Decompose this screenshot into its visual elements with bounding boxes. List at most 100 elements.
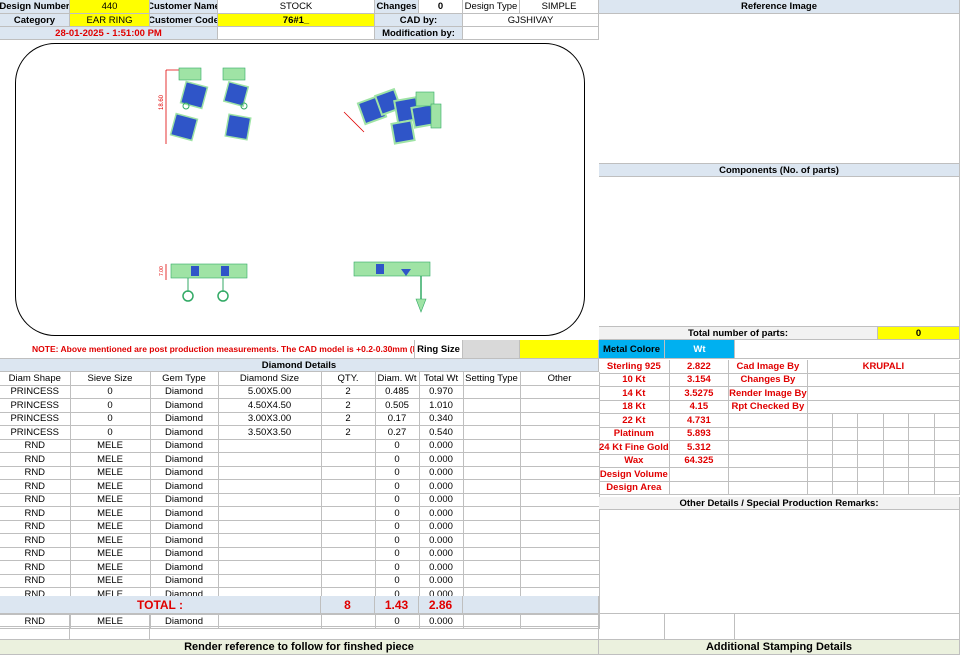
table-cell[interactable]: [463, 439, 521, 453]
customer-name-value[interactable]: STOCK: [218, 0, 375, 14]
table-cell[interactable]: Diamond: [150, 493, 219, 507]
table-cell[interactable]: [218, 506, 322, 521]
customer-code-value[interactable]: 76#1_: [218, 14, 375, 27]
table-cell[interactable]: 3.50X3.50: [218, 425, 322, 440]
table-cell[interactable]: RND: [0, 560, 71, 575]
table-cell[interactable]: 0.000: [419, 439, 464, 453]
table-cell[interactable]: [463, 574, 521, 588]
table-cell[interactable]: 0.27: [375, 425, 420, 440]
table-cell[interactable]: Diamond: [150, 479, 219, 494]
table-cell[interactable]: 0: [375, 452, 420, 467]
table-cell[interactable]: [463, 547, 521, 561]
table-cell[interactable]: Diamond: [150, 425, 219, 440]
table-cell[interactable]: MELE: [70, 452, 151, 467]
table-cell[interactable]: [520, 506, 600, 521]
metal-weight[interactable]: 5.893: [669, 427, 730, 441]
table-cell[interactable]: MELE: [70, 574, 151, 588]
table-cell[interactable]: 2: [321, 398, 376, 413]
table-cell[interactable]: [218, 479, 322, 494]
table-cell[interactable]: [218, 439, 322, 453]
table-cell[interactable]: Diamond: [150, 439, 219, 453]
table-cell[interactable]: Diamond: [150, 547, 219, 561]
table-cell[interactable]: PRINCESS: [0, 385, 71, 399]
people-value[interactable]: [807, 386, 960, 401]
table-cell[interactable]: [520, 452, 600, 467]
table-cell[interactable]: Diamond: [150, 466, 219, 480]
table-cell[interactable]: Diamond: [150, 398, 219, 413]
table-cell[interactable]: [218, 466, 322, 480]
people-value[interactable]: [807, 373, 960, 387]
table-cell[interactable]: Diamond: [150, 412, 219, 426]
table-cell[interactable]: [520, 439, 600, 453]
table-cell[interactable]: 0: [375, 466, 420, 480]
table-cell[interactable]: RND: [0, 452, 71, 467]
table-cell[interactable]: 0.000: [419, 533, 464, 548]
table-cell[interactable]: Diamond: [150, 560, 219, 575]
design-type-value[interactable]: SIMPLE: [520, 0, 599, 14]
table-cell[interactable]: RND: [0, 533, 71, 548]
table-cell[interactable]: RND: [0, 479, 71, 494]
table-cell[interactable]: MELE: [70, 533, 151, 548]
table-cell[interactable]: [463, 479, 521, 494]
table-cell[interactable]: 0.505: [375, 398, 420, 413]
table-cell[interactable]: 0.000: [419, 466, 464, 480]
table-cell[interactable]: 0.485: [375, 385, 420, 399]
table-cell[interactable]: [321, 479, 376, 494]
table-cell[interactable]: Diamond: [150, 574, 219, 588]
modification-by-value[interactable]: [463, 27, 599, 40]
table-cell[interactable]: [463, 560, 521, 575]
ring-size-value[interactable]: [463, 340, 520, 359]
metal-weight[interactable]: 5.312: [669, 440, 730, 455]
metal-weight[interactable]: [669, 481, 730, 495]
table-cell[interactable]: 0: [375, 520, 420, 534]
table-cell[interactable]: 0.000: [419, 493, 464, 507]
table-cell[interactable]: [321, 574, 376, 588]
table-cell[interactable]: 0.000: [419, 574, 464, 588]
table-cell[interactable]: 0: [375, 574, 420, 588]
table-cell[interactable]: [463, 385, 521, 399]
table-cell[interactable]: [463, 452, 521, 467]
table-cell[interactable]: 0: [70, 425, 151, 440]
table-cell[interactable]: 2: [321, 425, 376, 440]
table-cell[interactable]: [463, 533, 521, 548]
table-cell[interactable]: 1.010: [419, 398, 464, 413]
table-cell[interactable]: MELE: [70, 479, 151, 494]
table-cell[interactable]: 0.000: [419, 479, 464, 494]
table-cell[interactable]: [321, 493, 376, 507]
metal-weight[interactable]: 3.154: [669, 373, 730, 387]
table-cell[interactable]: [520, 479, 600, 494]
table-cell[interactable]: [463, 493, 521, 507]
table-cell[interactable]: MELE: [70, 520, 151, 534]
table-cell[interactable]: [218, 493, 322, 507]
table-cell[interactable]: [218, 560, 322, 575]
table-cell[interactable]: [463, 425, 521, 440]
table-cell[interactable]: 0: [375, 479, 420, 494]
table-cell[interactable]: 0.340: [419, 412, 464, 426]
table-cell[interactable]: 2: [321, 385, 376, 399]
table-cell[interactable]: [463, 398, 521, 413]
table-cell[interactable]: RND: [0, 574, 71, 588]
table-cell[interactable]: RND: [0, 466, 71, 480]
table-cell[interactable]: 0.000: [419, 560, 464, 575]
table-cell[interactable]: 0: [70, 385, 151, 399]
table-cell[interactable]: MELE: [70, 547, 151, 561]
table-cell[interactable]: MELE: [70, 493, 151, 507]
table-cell[interactable]: [321, 466, 376, 480]
table-cell[interactable]: [520, 560, 600, 575]
table-cell[interactable]: [520, 547, 600, 561]
table-cell[interactable]: 2: [321, 412, 376, 426]
table-cell[interactable]: 0.000: [419, 452, 464, 467]
table-cell[interactable]: [520, 493, 600, 507]
table-cell[interactable]: [218, 533, 322, 548]
table-cell[interactable]: [520, 412, 600, 426]
table-cell[interactable]: 0: [375, 439, 420, 453]
table-cell[interactable]: 0: [375, 493, 420, 507]
table-cell[interactable]: Diamond: [150, 533, 219, 548]
table-cell[interactable]: 0: [375, 560, 420, 575]
table-cell[interactable]: 0.970: [419, 385, 464, 399]
table-cell[interactable]: RND: [0, 439, 71, 453]
table-cell[interactable]: 0: [375, 547, 420, 561]
table-cell[interactable]: MELE: [70, 466, 151, 480]
metal-weight[interactable]: 4.731: [669, 413, 730, 428]
total-parts-value[interactable]: 0: [878, 327, 960, 340]
